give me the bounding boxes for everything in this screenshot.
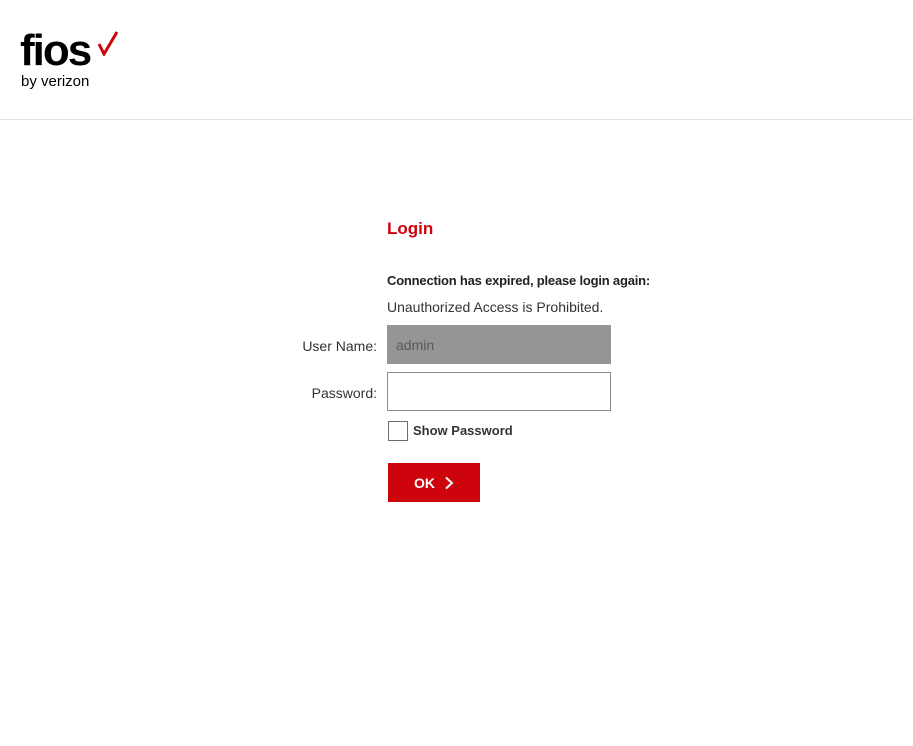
- show-password-checkbox[interactable]: [388, 421, 408, 441]
- session-expired-message: Connection has expired, please login aga…: [387, 273, 651, 288]
- header: fios by verizon: [0, 0, 913, 120]
- chevron-right-icon: [445, 476, 454, 489]
- username-label: User Name:: [302, 338, 377, 354]
- ok-button[interactable]: OK: [388, 463, 480, 502]
- page-title: Login: [387, 219, 434, 238]
- access-notice: Unauthorized Access is Prohibited.: [387, 299, 604, 315]
- show-password-label[interactable]: Show Password: [413, 423, 513, 438]
- logo-word: fios: [20, 26, 92, 75]
- password-label: Password:: [311, 385, 377, 401]
- username-field[interactable]: [387, 325, 611, 364]
- logo-subtitle: by verizon: [21, 73, 90, 90]
- checkmark-icon: [97, 31, 119, 56]
- fios-logo: fios by verizon: [20, 28, 130, 94]
- ok-button-label: OK: [414, 474, 435, 491]
- password-field[interactable]: [387, 372, 611, 411]
